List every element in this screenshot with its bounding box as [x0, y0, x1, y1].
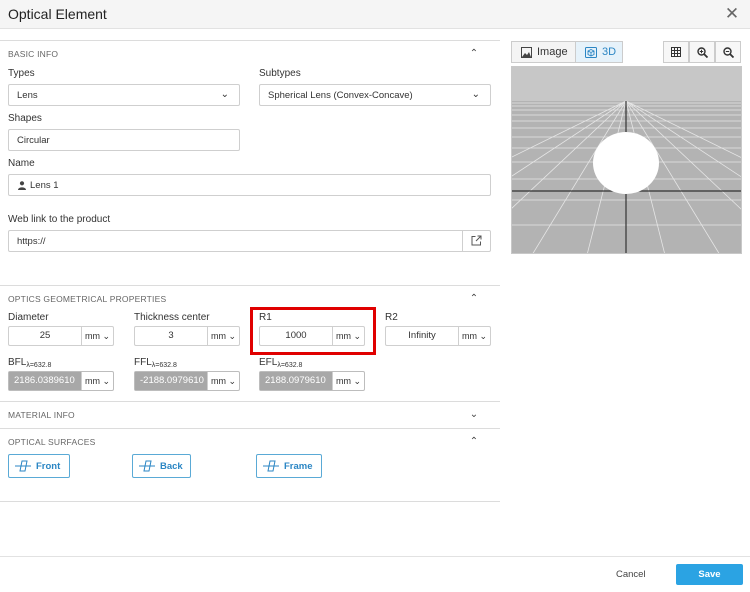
efl-value: 2188.0979610	[260, 372, 332, 390]
grid-toggle-button[interactable]	[663, 41, 689, 63]
efl-label: EFLλ=632.8	[259, 357, 303, 369]
ffl-value: -2188.0979610	[135, 372, 207, 390]
open-link-button[interactable]	[462, 231, 490, 251]
types-label: Types	[8, 68, 35, 79]
section-label: OPTICS GEOMETRICAL PROPERTIES	[8, 294, 167, 304]
r1-highlight-box	[250, 307, 376, 355]
diameter-unit-select[interactable]: mm ⌄	[81, 327, 113, 345]
ffl-readonly-field: -2188.0979610 mm ⌄	[134, 371, 240, 391]
grid-icon	[671, 47, 681, 57]
zoom-in-button[interactable]	[689, 41, 715, 63]
efl-unit-select[interactable]: mm ⌄	[332, 372, 364, 390]
bfl-readonly-field: 2186.0389610 mm ⌄	[8, 371, 114, 391]
diameter-label: Diameter	[8, 312, 49, 323]
efl-readonly-field: 2188.0979610 mm ⌄	[259, 371, 365, 391]
r2-input[interactable]: Infinity mm ⌄	[385, 326, 491, 346]
chevron-up-icon[interactable]: ⌃	[466, 434, 482, 450]
types-select[interactable]: Lens ⌄	[8, 84, 240, 106]
ffl-label: FFLλ=632.8	[134, 357, 177, 369]
zoom-out-button[interactable]	[715, 41, 741, 63]
window-title: Optical Element	[8, 6, 107, 22]
weblink-label: Web link to the product	[8, 214, 111, 225]
save-button[interactable]: Save	[676, 564, 743, 585]
diameter-input[interactable]: 25 mm ⌄	[8, 326, 114, 346]
r2-label: R2	[385, 312, 398, 323]
chevron-down-icon: ⌄	[220, 89, 229, 100]
subtypes-label: Subtypes	[259, 68, 301, 79]
material-info-header[interactable]: MATERIAL INFO ⌄	[0, 401, 500, 427]
name-field[interactable]: Lens 1	[8, 174, 491, 196]
surface-icon	[139, 460, 155, 472]
section-label: BASIC INFO	[8, 49, 59, 59]
basic-info-header[interactable]: BASIC INFO ⌃	[0, 40, 500, 66]
cube-3d-icon	[585, 47, 597, 58]
r2-unit-select[interactable]: mm ⌄	[458, 327, 490, 345]
bfl-unit-select[interactable]: mm ⌄	[81, 372, 113, 390]
surface-icon	[15, 460, 31, 472]
section-label: OPTICAL SURFACES	[8, 437, 96, 447]
frame-surface-button[interactable]: Frame	[256, 454, 322, 478]
close-icon[interactable]: ✕	[722, 4, 742, 24]
ffl-unit-select[interactable]: mm ⌄	[207, 372, 239, 390]
weblink-value: https://	[17, 236, 46, 247]
cancel-button[interactable]: Cancel	[616, 569, 646, 580]
section-label: MATERIAL INFO	[8, 410, 75, 420]
shapes-label: Shapes	[8, 113, 42, 124]
title-bar: Optical Element ✕	[0, 0, 750, 29]
front-label: Front	[36, 461, 61, 472]
zoom-in-icon	[696, 47, 708, 59]
user-icon	[18, 181, 26, 190]
frame-label: Frame	[284, 461, 313, 472]
chevron-down-icon: ⌄	[471, 89, 480, 100]
thickness-unit-select[interactable]: mm ⌄	[207, 327, 239, 345]
chevron-down-icon[interactable]: ⌄	[466, 407, 482, 423]
surface-icon	[263, 460, 279, 472]
back-surface-button[interactable]: Back	[132, 454, 191, 478]
bfl-value: 2186.0389610	[9, 372, 81, 390]
r2-value: Infinity	[408, 330, 436, 341]
front-surface-button[interactable]: Front	[8, 454, 70, 478]
tab-3d[interactable]: 3D	[575, 41, 623, 63]
chevron-up-icon[interactable]: ⌃	[466, 291, 482, 307]
back-label: Back	[160, 461, 183, 472]
shapes-value: Circular	[17, 135, 50, 146]
3d-tab-label: 3D	[602, 46, 617, 58]
name-label: Name	[8, 158, 35, 169]
image-icon	[521, 47, 532, 58]
diameter-value: 25	[39, 330, 51, 341]
weblink-field[interactable]: https://	[8, 230, 491, 252]
optical-surfaces-header[interactable]: OPTICAL SURFACES ⌃	[0, 428, 500, 454]
3d-scene	[512, 67, 741, 253]
tab-image[interactable]: Image	[511, 41, 576, 63]
shapes-field[interactable]: Circular	[8, 129, 240, 151]
thickness-value: 3	[168, 330, 174, 341]
subtypes-value: Spherical Lens (Convex-Concave)	[268, 90, 413, 101]
zoom-out-icon	[722, 47, 734, 59]
name-value: Lens 1	[30, 180, 59, 191]
thickness-label: Thickness center	[134, 312, 210, 323]
divider	[0, 501, 500, 502]
types-value: Lens	[17, 90, 38, 101]
3d-viewport[interactable]	[511, 66, 742, 254]
lens-sphere	[593, 132, 659, 194]
external-link-icon	[471, 235, 482, 246]
bfl-label: BFLλ=632.8	[8, 357, 52, 369]
chevron-up-icon[interactable]: ⌃	[466, 46, 482, 62]
image-tab-label: Image	[537, 46, 568, 58]
thickness-input[interactable]: 3 mm ⌄	[134, 326, 240, 346]
subtypes-select[interactable]: Spherical Lens (Convex-Concave) ⌄	[259, 84, 491, 106]
